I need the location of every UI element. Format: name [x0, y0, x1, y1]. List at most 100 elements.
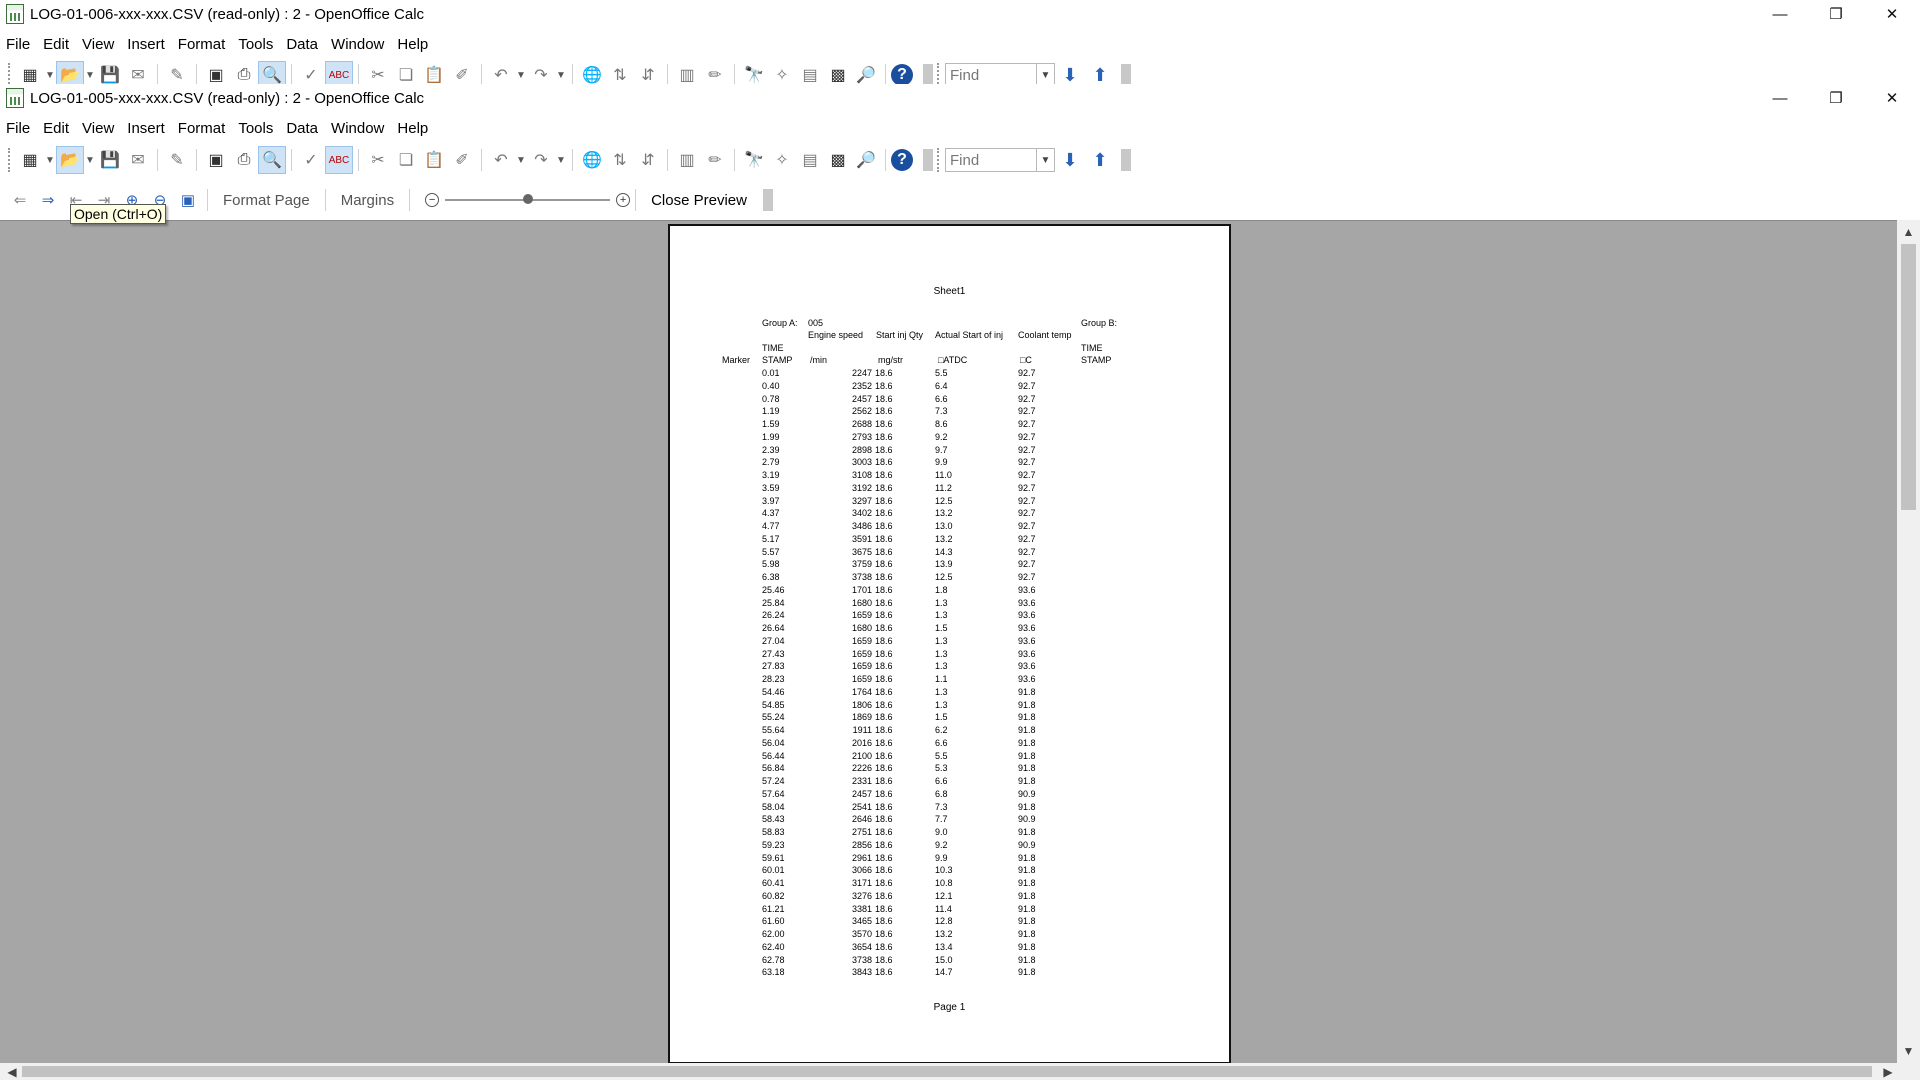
- full-screen-icon[interactable]: ▣: [174, 187, 202, 213]
- zoom-slider[interactable]: − +: [425, 193, 631, 207]
- find-previous-icon[interactable]: ⬆: [1085, 65, 1115, 86]
- edit-file-icon[interactable]: ✎: [163, 146, 191, 174]
- help-icon[interactable]: ?: [891, 149, 913, 171]
- toolbar-grip[interactable]: [8, 148, 12, 172]
- format-page-button[interactable]: Format Page: [223, 192, 310, 209]
- find-next-icon[interactable]: ⬇: [1055, 65, 1085, 86]
- chevron-down-icon[interactable]: ▼: [84, 155, 96, 166]
- menu-tools[interactable]: Tools: [238, 120, 273, 137]
- zoom-plus-icon[interactable]: +: [616, 193, 631, 207]
- help-icon[interactable]: ?: [891, 64, 913, 86]
- navigator-icon[interactable]: ✧: [768, 146, 796, 174]
- menu-insert[interactable]: Insert: [127, 120, 165, 137]
- chevron-down-icon[interactable]: ▼: [44, 70, 56, 81]
- vertical-scrollbar[interactable]: ▲ ▼: [1897, 220, 1920, 1063]
- gallery-icon[interactable]: ▤: [796, 146, 824, 174]
- new-document-icon[interactable]: ▦: [16, 146, 44, 174]
- zoom-track[interactable]: [445, 194, 611, 204]
- minimize-icon[interactable]: —: [1752, 0, 1808, 28]
- undo-icon[interactable]: ↶: [487, 146, 515, 174]
- find-input[interactable]: Find ▼: [945, 148, 1055, 172]
- horizontal-scroll-thumb[interactable]: [22, 1066, 1872, 1077]
- chevron-down-icon[interactable]: ▼: [555, 155, 567, 166]
- email-icon[interactable]: ✉: [124, 146, 152, 174]
- menu-data[interactable]: Data: [286, 120, 318, 137]
- menu-tools[interactable]: Tools: [238, 36, 273, 53]
- sort-descending-icon[interactable]: ⇵: [634, 146, 662, 174]
- chevron-down-icon[interactable]: ▼: [84, 70, 96, 81]
- minimize-icon[interactable]: —: [1752, 84, 1808, 112]
- previous-page-icon[interactable]: ⇐: [6, 187, 34, 213]
- hyperlink-icon[interactable]: 🌐: [578, 146, 606, 174]
- copy-icon[interactable]: ❏: [392, 146, 420, 174]
- horizontal-scrollbar[interactable]: ◀ ▶: [0, 1063, 1920, 1080]
- menu-file[interactable]: File: [6, 36, 30, 53]
- chart-icon[interactable]: ▥: [673, 146, 701, 174]
- page-preview-icon[interactable]: 🔍: [258, 146, 286, 174]
- close-icon[interactable]: ✕: [1864, 0, 1920, 28]
- menu-insert[interactable]: Insert: [127, 36, 165, 53]
- back-window-titlebar[interactable]: LOG-01-006-xxx-xxx.CSV (read-only) : 2 -…: [0, 0, 1920, 28]
- actual-start-cell: 12.5: [935, 495, 953, 506]
- scroll-right-icon[interactable]: ▶: [1878, 1063, 1898, 1080]
- next-page-icon[interactable]: ⇒: [34, 187, 62, 213]
- menu-window[interactable]: Window: [331, 36, 384, 53]
- find-previous-icon[interactable]: ⬆: [1085, 150, 1115, 171]
- data-sources-icon[interactable]: ▩: [824, 146, 852, 174]
- menu-help[interactable]: Help: [397, 36, 428, 53]
- find-replace-icon[interactable]: 🔭: [740, 146, 768, 174]
- close-preview-button[interactable]: Close Preview: [651, 192, 747, 209]
- menu-edit[interactable]: Edit: [43, 120, 69, 137]
- menu-format[interactable]: Format: [178, 120, 226, 137]
- menu-window[interactable]: Window: [331, 120, 384, 137]
- find-next-icon[interactable]: ⬇: [1055, 150, 1085, 171]
- redo-icon[interactable]: ↷: [527, 146, 555, 174]
- draw-functions-icon[interactable]: ✏: [701, 146, 729, 174]
- menu-view[interactable]: View: [82, 36, 114, 53]
- close-icon[interactable]: ✕: [1864, 84, 1920, 112]
- chevron-down-icon[interactable]: ▼: [44, 155, 56, 166]
- paste-icon[interactable]: 📋: [420, 146, 448, 174]
- save-icon[interactable]: 💾: [96, 146, 124, 174]
- menu-view[interactable]: View: [82, 120, 114, 137]
- scroll-up-icon[interactable]: ▲: [1897, 222, 1920, 242]
- toolbar-grip[interactable]: [937, 148, 941, 172]
- margins-button[interactable]: Margins: [341, 192, 394, 209]
- scroll-down-icon[interactable]: ▼: [1897, 1041, 1920, 1061]
- chevron-down-icon[interactable]: ▼: [555, 70, 567, 81]
- front-window-titlebar[interactable]: LOG-01-005-xxx-xxx.CSV (read-only) : 2 -…: [0, 84, 1920, 112]
- zoom-minus-icon[interactable]: −: [425, 193, 440, 207]
- menu-help[interactable]: Help: [397, 120, 428, 137]
- cut-icon[interactable]: ✂: [364, 146, 392, 174]
- toolbar-overflow[interactable]: [1121, 149, 1131, 171]
- scroll-left-icon[interactable]: ◀: [2, 1063, 22, 1080]
- export-pdf-icon[interactable]: ▣: [202, 146, 230, 174]
- print-icon[interactable]: ⎙: [230, 146, 258, 174]
- chevron-down-icon[interactable]: ▼: [515, 155, 527, 166]
- unit-atdc: □ATDC: [938, 355, 968, 365]
- zoom-knob[interactable]: [522, 194, 533, 204]
- restore-icon[interactable]: ❐: [1808, 84, 1864, 112]
- actual-start-cell: 12.8: [935, 916, 953, 927]
- chevron-down-icon[interactable]: ▼: [1036, 64, 1054, 86]
- toolbar-overflow[interactable]: [923, 64, 933, 86]
- start-inj-qty-cell: 18.6: [875, 878, 893, 888]
- sort-ascending-icon[interactable]: ⇅: [606, 146, 634, 174]
- autospellcheck-icon[interactable]: ABC: [325, 146, 353, 174]
- menu-data[interactable]: Data: [286, 36, 318, 53]
- menu-file[interactable]: File: [6, 120, 30, 137]
- toolbar-overflow[interactable]: [1121, 64, 1131, 86]
- open-icon[interactable]: 📂: [56, 146, 84, 174]
- chevron-down-icon[interactable]: ▼: [1036, 149, 1054, 171]
- menu-format[interactable]: Format: [178, 36, 226, 53]
- vertical-scroll-thumb[interactable]: [1901, 244, 1916, 510]
- zoom-icon[interactable]: 🔎: [852, 146, 880, 174]
- restore-icon[interactable]: ❐: [1808, 0, 1864, 28]
- preview-area[interactable]: Sheet1 Group A: 005 Group B: Engine spee…: [0, 220, 1897, 1064]
- toolbar-overflow[interactable]: [923, 149, 933, 171]
- spellcheck-icon[interactable]: ✓: [297, 146, 325, 174]
- menu-edit[interactable]: Edit: [43, 36, 69, 53]
- clone-formatting-icon[interactable]: ✐: [448, 146, 476, 174]
- chevron-down-icon[interactable]: ▼: [515, 70, 527, 81]
- toolbar-overflow[interactable]: [762, 189, 773, 211]
